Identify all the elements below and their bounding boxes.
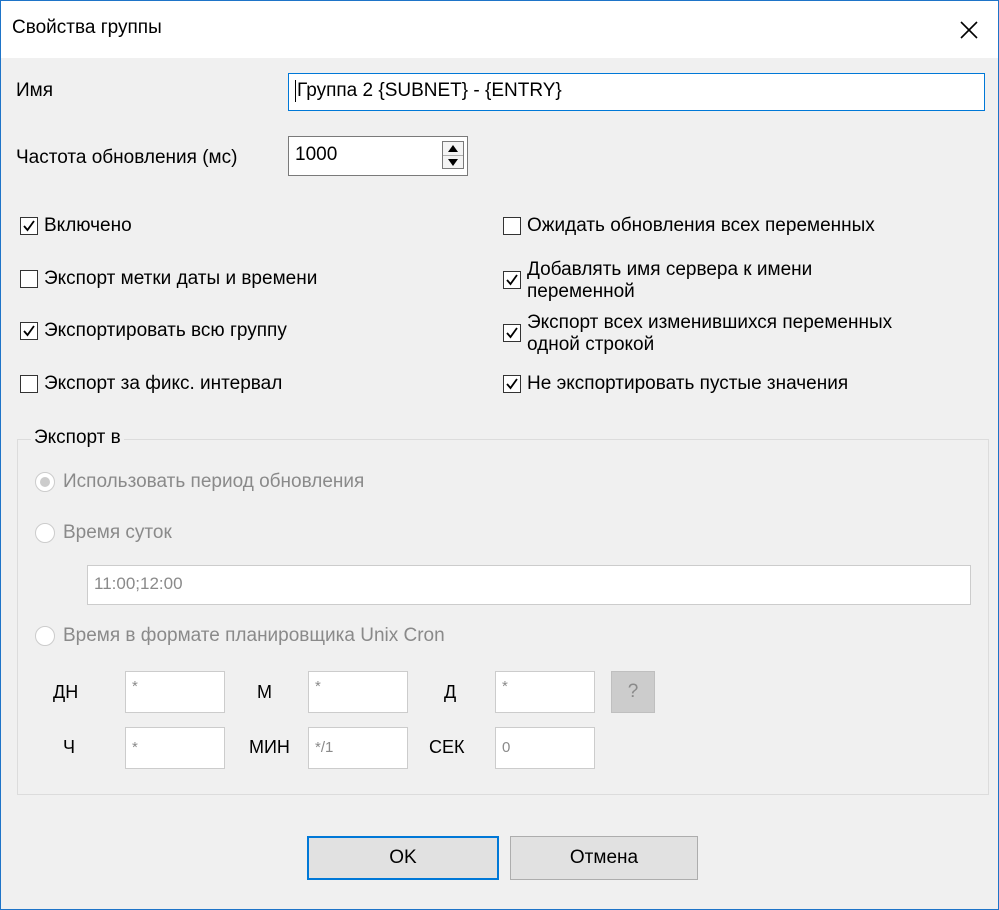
cron-dn-label: ДН xyxy=(53,682,79,702)
checkbox-export-changed-one-line-box[interactable] xyxy=(503,324,521,342)
cron-dn-input[interactable]: * xyxy=(125,671,225,713)
name-input[interactable]: Группа 2 {SUBNET} - {ENTRY} xyxy=(288,73,985,111)
checkbox-export-fixed-interval-box[interactable] xyxy=(20,375,38,393)
cron-help-button[interactable]: ? xyxy=(611,671,655,713)
radio-unix-cron-button[interactable] xyxy=(35,626,55,646)
close-icon xyxy=(960,21,978,39)
cancel-button[interactable]: Отмена xyxy=(510,836,698,880)
spin-down-icon[interactable] xyxy=(443,155,463,169)
ok-button-label: OK xyxy=(389,847,417,868)
radio-use-update-period-button[interactable] xyxy=(35,472,55,492)
radio-use-update-period-label: Использовать период обновления xyxy=(63,471,365,492)
checkbox-export-timestamp-label: Экспорт метки даты и времени xyxy=(44,268,318,289)
refresh-rate-stepper[interactable]: 1000 xyxy=(288,136,468,176)
name-input-value: Группа 2 {SUBNET} - {ENTRY} xyxy=(297,80,562,101)
cron-h-label: Ч xyxy=(63,737,75,757)
cron-min-input[interactable]: */1 xyxy=(308,727,408,769)
ok-button[interactable]: OK xyxy=(307,836,499,880)
group-properties-dialog: Свойства группы Имя Группа 2 {SUBNET} - … xyxy=(0,0,999,910)
radio-unix-cron-label: Время в формате планировщика Unix Cron xyxy=(63,625,445,646)
checkmark-icon xyxy=(23,325,35,337)
checkmark-icon xyxy=(506,274,518,286)
checkbox-wait-all-vars-box[interactable] xyxy=(503,217,521,235)
cron-d-input[interactable]: * xyxy=(495,671,595,713)
text-caret xyxy=(295,79,296,102)
checkbox-wait-all-vars[interactable]: Ожидать обновления всех переменных xyxy=(503,215,875,237)
cron-dn-value: * xyxy=(132,678,138,695)
cancel-button-label: Отмена xyxy=(569,847,639,868)
checkbox-add-server-name-box[interactable] xyxy=(503,271,521,289)
checkbox-enabled-label: Включено xyxy=(44,215,132,236)
name-label: Имя xyxy=(16,80,54,101)
cron-sec-value: 0 xyxy=(502,739,511,756)
checkbox-export-changed-one-line-line1: Экспорт всех изменившихся переменных xyxy=(527,312,893,333)
close-button[interactable] xyxy=(952,13,986,47)
checkbox-no-export-empty-box[interactable] xyxy=(503,375,521,393)
cron-help-label: ? xyxy=(627,681,639,702)
checkmark-icon xyxy=(506,378,518,390)
checkbox-enabled-box[interactable] xyxy=(20,217,38,235)
cron-m-value: * xyxy=(315,678,321,695)
checkmark-icon xyxy=(506,327,518,339)
checkbox-wait-all-vars-label: Ожидать обновления всех переменных xyxy=(527,215,875,236)
radio-unix-cron[interactable]: Время в формате планировщика Unix Cron xyxy=(35,625,445,647)
cron-h-input[interactable]: * xyxy=(125,727,225,769)
refresh-rate-value: 1000 xyxy=(295,144,338,165)
checkbox-export-changed-one-line[interactable]: Экспорт всех изменившихся переменных одн… xyxy=(503,312,892,356)
time-of-day-value: 11:00;12:00 xyxy=(94,574,183,593)
checkbox-export-whole-group-box[interactable] xyxy=(20,322,38,340)
cron-h-value: * xyxy=(132,739,138,756)
checkbox-add-server-name-line2: переменной xyxy=(527,281,635,302)
cron-min-label: МИН xyxy=(249,737,290,757)
cron-sec-label: СЕК xyxy=(429,737,465,757)
checkbox-no-export-empty[interactable]: Не экспортировать пустые значения xyxy=(503,373,848,395)
export-to-title: Экспорт в xyxy=(31,427,124,449)
checkbox-export-timestamp-box[interactable] xyxy=(20,270,38,288)
checkbox-export-changed-one-line-line2: одной строкой xyxy=(527,334,655,355)
checkbox-export-changed-one-line-label: Экспорт всех изменившихся переменных одн… xyxy=(527,312,892,356)
radio-time-of-day-button[interactable] xyxy=(35,523,55,543)
dialog-title: Свойства группы xyxy=(12,17,162,38)
checkbox-export-whole-group-label: Экспортировать всю группу xyxy=(44,320,287,341)
checkbox-export-timestamp[interactable]: Экспорт метки даты и времени xyxy=(20,268,317,290)
time-of-day-input[interactable]: 11:00;12:00 xyxy=(87,565,971,605)
radio-time-of-day-label: Время суток xyxy=(63,522,172,543)
spin-up-icon[interactable] xyxy=(443,142,463,155)
checkbox-export-fixed-interval[interactable]: Экспорт за фикс. интервал xyxy=(20,373,282,395)
cron-sec-input[interactable]: 0 xyxy=(495,727,595,769)
title-bar: Свойства группы xyxy=(1,1,998,58)
radio-use-update-period[interactable]: Использовать период обновления xyxy=(35,471,364,493)
checkbox-export-fixed-interval-label: Экспорт за фикс. интервал xyxy=(44,373,283,394)
checkbox-no-export-empty-label: Не экспортировать пустые значения xyxy=(527,373,849,394)
cron-m-input[interactable]: * xyxy=(308,671,408,713)
cron-m-label: М xyxy=(257,682,272,702)
checkbox-enabled[interactable]: Включено xyxy=(20,215,132,237)
cron-d-value: * xyxy=(502,678,508,695)
checkbox-export-whole-group[interactable]: Экспортировать всю группу xyxy=(20,320,287,342)
checkmark-icon xyxy=(23,220,35,232)
checkbox-add-server-name-label: Добавлять имя сервера к имени переменной xyxy=(527,259,812,303)
cron-d-label: Д xyxy=(444,682,457,702)
refresh-rate-label: Частота обновления (мс) xyxy=(16,147,238,168)
cron-min-value: */1 xyxy=(315,739,334,756)
spinner[interactable] xyxy=(442,141,464,169)
radio-time-of-day[interactable]: Время суток xyxy=(35,522,172,544)
checkbox-add-server-name-line1: Добавлять имя сервера к имени xyxy=(527,259,813,280)
checkbox-add-server-name[interactable]: Добавлять имя сервера к имени переменной xyxy=(503,259,812,303)
